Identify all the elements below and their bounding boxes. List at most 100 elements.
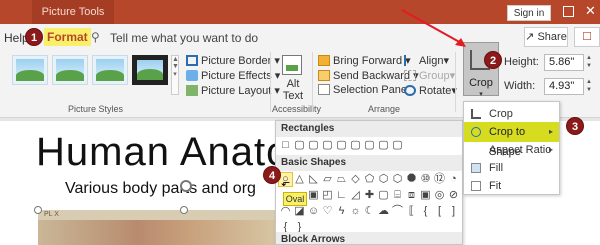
share-label: Share	[537, 31, 567, 43]
trapezoid-shape[interactable]: ⏢	[335, 173, 348, 186]
restore-window-icon[interactable]	[563, 6, 574, 17]
rotate-handle[interactable]	[180, 180, 192, 192]
rotate-button[interactable]: Rotate▾	[404, 84, 457, 97]
pie-shape[interactable]: ◔	[447, 173, 460, 186]
slide-subtitle[interactable]: Various body parts and org	[65, 180, 256, 198]
resize-handle[interactable]	[180, 206, 188, 214]
donut-shape[interactable]: ◎	[433, 189, 446, 202]
bring-forward-button[interactable]: Bring Forward ▾	[318, 54, 411, 67]
menu-item-aspect-ratio[interactable]: Aspect Ratio ▸	[464, 140, 559, 160]
group-button[interactable]: Group▾	[404, 69, 455, 82]
lightning-bolt-shape[interactable]: ϟ	[335, 205, 348, 218]
alt-text-label-1: Alt	[286, 78, 300, 90]
half-frame-shape[interactable]: ◰	[321, 189, 334, 202]
alt-text-icon[interactable]	[282, 55, 302, 75]
close-icon[interactable]: ✕	[585, 3, 596, 19]
menu-item-crop-to-shape[interactable]: Crop to Shape ▸	[464, 122, 559, 158]
rounded-rectangle-shape[interactable]: ▢	[293, 139, 306, 152]
diamond-shape[interactable]: ◇	[349, 173, 362, 186]
picture-border-button[interactable]: Picture Border ▾	[186, 54, 280, 67]
picture-tools-context-tab: Picture Tools	[32, 0, 114, 24]
picture-styles-group-label: Picture Styles	[68, 104, 124, 114]
l-shape[interactable]: ∟	[335, 189, 348, 202]
sun-shape[interactable]: ☼	[349, 205, 362, 218]
lightbulb-icon: ⚲	[91, 30, 100, 44]
picture-style-thumbnail[interactable]	[52, 55, 88, 85]
octagon-shape[interactable]: ⯃	[405, 173, 418, 186]
group-divider	[312, 52, 313, 112]
slide-title[interactable]: Human Anato	[36, 130, 289, 175]
double-brace-shape[interactable]: {	[419, 205, 432, 218]
diagonal-stripe-shape[interactable]: ◿	[349, 189, 362, 202]
picture-style-thumbnail[interactable]	[132, 55, 168, 85]
plaque-shape[interactable]: ▢	[377, 189, 390, 202]
mouse-cursor-icon: ⬐	[281, 177, 291, 189]
smiley-face-shape[interactable]: ☺	[307, 205, 320, 218]
pentagon-shape[interactable]: ⬠	[363, 173, 376, 186]
resize-handle[interactable]	[34, 206, 42, 214]
round-same-side-rectangle-shape[interactable]: ▢	[377, 139, 390, 152]
alt-text-button[interactable]: Alt Text	[278, 78, 308, 102]
bevel-shape[interactable]: ▣	[419, 189, 432, 202]
frame-shape[interactable]: ▣	[307, 189, 320, 202]
basic-shapes-header: Basic Shapes	[276, 155, 462, 171]
round-diagonal-rectangle-shape[interactable]: ▢	[391, 139, 404, 152]
decagon-shape[interactable]: ⑩	[419, 173, 432, 186]
gallery-scroll-control[interactable]: ▲ ▼ ▾	[171, 55, 179, 95]
cross-shape[interactable]: ✚	[363, 189, 376, 202]
snip-corner-rectangle-shape[interactable]: ▢	[307, 139, 320, 152]
double-bracket-shape[interactable]: ⟦	[405, 205, 418, 218]
block-arc-shape[interactable]: ◠	[279, 205, 292, 218]
can-shape[interactable]: ⌸	[391, 189, 404, 202]
crop-dropdown-caret[interactable]: ▾	[464, 90, 498, 98]
width-field[interactable]: 4.93"	[544, 78, 584, 95]
selection-pane-button[interactable]: Selection Pane	[318, 84, 407, 96]
moon-shape[interactable]: ☾	[363, 205, 376, 218]
parallelogram-shape[interactable]: ▱	[321, 173, 334, 186]
folded-corner-shape[interactable]: ◪	[293, 205, 306, 218]
no-symbol-shape[interactable]: ⊘	[447, 189, 460, 202]
tab-format[interactable]: Format	[44, 28, 91, 46]
snip-diagonal-rectangle-shape[interactable]: ▢	[335, 139, 348, 152]
picture-style-thumbnail[interactable]	[12, 55, 48, 85]
sign-in-button[interactable]: Sign in	[507, 5, 551, 21]
rotate-label: Rotate	[419, 85, 452, 97]
menu-item-label: Fill	[489, 162, 504, 174]
triangle-shape[interactable]: △	[293, 173, 306, 186]
rectangle-shape[interactable]: □	[279, 139, 292, 152]
snip-same-side-rectangle-shape[interactable]: ▢	[321, 139, 334, 152]
group-label: Group	[419, 70, 450, 82]
height-spinner[interactable]: ▲ ▼	[585, 54, 593, 71]
picture-effects-button[interactable]: Picture Effects ▾	[186, 69, 280, 82]
right-triangle-shape[interactable]: ◺	[307, 173, 320, 186]
tell-me-search[interactable]: Tell me what you want to do	[110, 31, 258, 45]
menu-item-label: Fit	[489, 180, 502, 192]
menu-item-fill[interactable]: Fill	[464, 158, 559, 178]
picture-border-icon	[186, 55, 198, 66]
picture-effects-label: Picture Effects	[201, 70, 272, 82]
picture-layout-button[interactable]: Picture Layout ▾	[186, 84, 280, 97]
heart-shape[interactable]: ♡	[321, 205, 334, 218]
menu-item-fit[interactable]: Fit	[464, 176, 559, 196]
dodecagon-shape[interactable]: ⑫	[433, 173, 446, 186]
snip-round-rectangle-shape[interactable]: ▢	[349, 139, 362, 152]
left-bracket-shape[interactable]: [	[433, 205, 446, 218]
comments-button[interactable]: ☐	[574, 27, 600, 47]
height-field[interactable]: 5.86"	[544, 54, 584, 71]
picture-style-thumbnail[interactable]	[92, 55, 128, 85]
hexagon-shape[interactable]: ⬡	[377, 173, 390, 186]
arrange-group-label: Arrange	[368, 104, 401, 114]
width-spinner[interactable]: ▲ ▼	[585, 78, 593, 95]
align-button[interactable]: Align▾	[404, 54, 449, 67]
cloud-shape[interactable]: ☁	[377, 205, 390, 218]
cube-shape[interactable]: ⧈	[405, 189, 418, 202]
crop-menu-icon	[471, 109, 481, 119]
arc-shape[interactable]: ⌒	[391, 205, 404, 218]
right-bracket-shape[interactable]: ]	[447, 205, 460, 218]
group-divider	[270, 52, 271, 112]
round-corner-rectangle-shape[interactable]: ▢	[363, 139, 376, 152]
share-button[interactable]: ↗ Share	[524, 27, 568, 47]
menu-item-crop[interactable]: Crop	[464, 104, 559, 124]
crop-label: Crop	[469, 77, 493, 89]
heptagon-shape[interactable]: ⬡	[391, 173, 404, 186]
